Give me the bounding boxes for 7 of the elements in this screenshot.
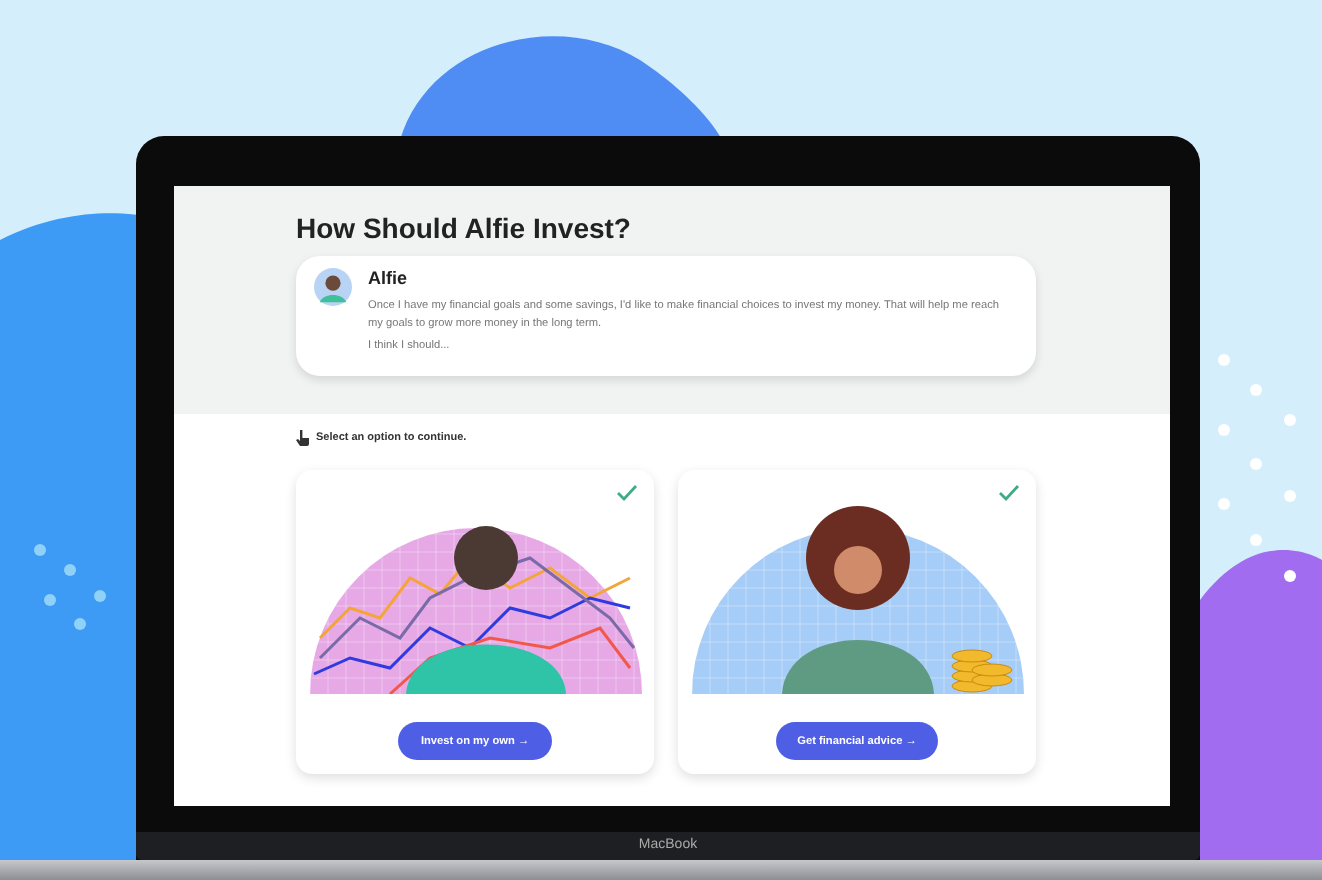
dot-pattern [34,544,106,630]
avatar-icon [314,268,352,306]
pointing-hand-icon [296,430,310,447]
checkmark-icon [616,484,638,503]
page-title: How Should Alfie Invest? [296,210,633,246]
checkmark-icon [998,484,1020,503]
sender-name: Alfie [368,268,410,290]
